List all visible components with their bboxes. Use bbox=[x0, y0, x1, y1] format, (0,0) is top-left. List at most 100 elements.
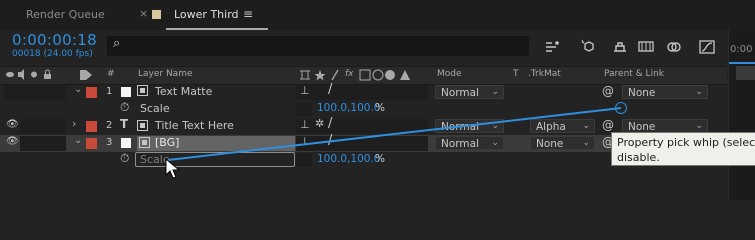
active-tab-underline bbox=[166, 28, 268, 30]
tab-lower-third[interactable]: Lower Third bbox=[174, 0, 239, 30]
chevron-down-icon: ⌄ bbox=[491, 87, 499, 97]
shy-switch-icon[interactable]: ⊥ bbox=[300, 135, 310, 148]
parent-dropdown[interactable]: None ⌄ bbox=[622, 85, 708, 99]
timeline-strip[interactable] bbox=[728, 30, 755, 200]
shy-switch-icon[interactable]: ⊥ bbox=[300, 118, 310, 131]
label-color-swatch[interactable] bbox=[86, 121, 97, 132]
column-trkmat[interactable]: .TrkMat bbox=[528, 67, 561, 82]
collapse-chevron-icon[interactable]: ⌄ bbox=[74, 135, 82, 146]
collapse-chevron-icon[interactable]: ⌄ bbox=[74, 84, 82, 95]
search-input[interactable] bbox=[107, 36, 529, 56]
chevron-down-icon: ⌄ bbox=[491, 121, 499, 131]
layer-name[interactable]: Title Text Here bbox=[155, 119, 234, 132]
scale-value[interactable]: 100.0,100.0 bbox=[317, 153, 380, 165]
column-fx: fx bbox=[345, 69, 354, 79]
work-area-bar[interactable] bbox=[729, 62, 755, 64]
quality-slash-icon[interactable]: / bbox=[328, 116, 332, 131]
trkmat-value: Alpha bbox=[536, 121, 566, 133]
layer-bar[interactable] bbox=[736, 66, 755, 80]
precomp-icon bbox=[137, 120, 148, 131]
motion-blur-icon[interactable] bbox=[664, 38, 684, 56]
tab-render-queue[interactable]: Render Queue bbox=[26, 0, 105, 30]
layer-number: 3 bbox=[106, 137, 113, 148]
av-switch-cells[interactable] bbox=[20, 119, 66, 134]
solid-layer-icon bbox=[121, 138, 131, 148]
close-tab-icon[interactable]: × bbox=[139, 7, 148, 20]
column-mode[interactable]: Mode bbox=[437, 67, 462, 82]
empty-layer-area[interactable] bbox=[0, 170, 727, 200]
chevron-down-icon: ⌄ bbox=[582, 121, 590, 131]
layer-number: 2 bbox=[106, 120, 113, 131]
draft-3d-icon[interactable] bbox=[579, 38, 599, 56]
panel-menu-icon[interactable]: ≡ bbox=[243, 7, 253, 21]
trkmat-dropdown[interactable]: Alpha ⌄ bbox=[530, 119, 595, 133]
scale-unit: % bbox=[375, 102, 385, 114]
composition-mini-flowchart-icon[interactable] bbox=[543, 38, 563, 56]
composition-icon bbox=[152, 10, 161, 19]
collapse-transform-icon[interactable]: ✲ bbox=[315, 117, 324, 130]
av-switch-cells[interactable] bbox=[4, 85, 66, 100]
panel-tab-bar bbox=[0, 0, 755, 30]
timeline-ruler-time: 0:00 bbox=[730, 44, 753, 55]
layer-number: 1 bbox=[106, 86, 113, 97]
pick-whip-icon[interactable]: @ bbox=[602, 84, 614, 98]
shy-switch-icon[interactable]: ⊥ bbox=[300, 84, 310, 97]
chevron-down-icon: ⌄ bbox=[695, 87, 703, 97]
column-hash: # bbox=[107, 69, 115, 79]
visibility-eye-icon[interactable]: 👁 bbox=[6, 136, 19, 149]
frame-blending-icon[interactable] bbox=[636, 38, 656, 56]
scale-lock-cell[interactable] bbox=[296, 153, 312, 167]
column-layer-name[interactable]: Layer Name bbox=[138, 67, 193, 82]
column-parent-link[interactable]: Parent & Link bbox=[604, 67, 664, 82]
mouse-cursor-icon bbox=[165, 158, 181, 179]
quality-slash-icon[interactable]: / bbox=[328, 133, 332, 148]
stopwatch-icon[interactable]: ⏱ bbox=[120, 100, 129, 115]
quality-slash-icon[interactable]: / bbox=[328, 82, 332, 97]
label-color-swatch[interactable] bbox=[86, 87, 97, 98]
label-color-swatch[interactable] bbox=[86, 138, 97, 149]
layer-name[interactable]: [BG] bbox=[155, 136, 179, 149]
trkmat-value: None bbox=[536, 138, 564, 150]
visibility-eye-icon[interactable]: 👁 bbox=[6, 119, 19, 132]
blend-mode-dropdown[interactable]: Normal ⌄ bbox=[435, 136, 504, 150]
frame-count-display: 00018 (24.00 fps) bbox=[12, 49, 93, 59]
tooltip: Property pick whip (select disable. bbox=[611, 132, 755, 166]
precomp-icon bbox=[137, 85, 148, 96]
text-layer-icon: T bbox=[120, 117, 129, 131]
pick-whip-icon[interactable]: @ bbox=[602, 118, 614, 132]
expand-chevron-icon[interactable]: › bbox=[72, 117, 76, 130]
blend-mode-dropdown[interactable]: Normal ⌄ bbox=[435, 85, 504, 99]
label-tag-icon bbox=[80, 70, 92, 80]
parent-value: None bbox=[628, 87, 656, 99]
stopwatch-icon[interactable]: ⏱ bbox=[120, 151, 129, 166]
switch-cells[interactable] bbox=[296, 136, 428, 151]
solid-layer-icon bbox=[121, 87, 131, 97]
search-icon: ⌕ bbox=[113, 36, 121, 51]
tooltip-line-1: Property pick whip (select bbox=[617, 136, 755, 149]
trkmat-dropdown[interactable]: None ⌄ bbox=[530, 136, 595, 150]
scale-unit: % bbox=[375, 153, 385, 165]
tooltip-line-2: disable. bbox=[617, 151, 660, 164]
blend-mode-value: Normal bbox=[441, 138, 479, 150]
property-name: Scale bbox=[140, 102, 170, 115]
blend-mode-dropdown[interactable]: Normal ⌄ bbox=[435, 119, 504, 133]
scale-value[interactable]: 100.0,100.0 bbox=[317, 102, 380, 114]
graph-editor-icon[interactable] bbox=[697, 38, 717, 56]
hide-shy-layers-icon[interactable] bbox=[610, 38, 630, 56]
av-switch-cells[interactable] bbox=[20, 136, 66, 151]
av-feature-switch-icons bbox=[6, 69, 51, 80]
parent-dropdown[interactable]: None ⌄ bbox=[622, 119, 708, 133]
chevron-down-icon: ⌄ bbox=[695, 121, 703, 131]
layer-name[interactable]: Text Matte bbox=[155, 85, 212, 98]
scale-lock-cell[interactable] bbox=[296, 102, 312, 116]
chevron-down-icon: ⌄ bbox=[491, 138, 499, 148]
column-t: T bbox=[513, 69, 519, 79]
switch-cells[interactable] bbox=[296, 85, 428, 100]
pick-whip-target-icon[interactable] bbox=[615, 102, 627, 114]
switches-column-icons bbox=[300, 69, 410, 81]
precomp-icon bbox=[139, 137, 150, 148]
blend-mode-value: Normal bbox=[441, 121, 479, 133]
blend-mode-value: Normal bbox=[441, 87, 479, 99]
current-time-display[interactable]: 0:00:00:18 bbox=[12, 31, 97, 49]
chevron-down-icon: ⌄ bbox=[582, 138, 590, 148]
